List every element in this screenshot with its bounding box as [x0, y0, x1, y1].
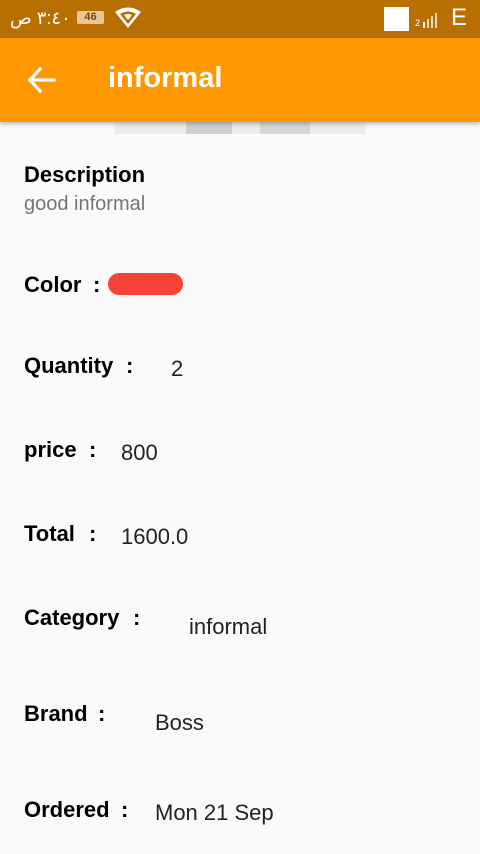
- category-value: informal: [189, 614, 268, 639]
- brand-label: Brand: [24, 701, 88, 726]
- category-colon: :: [133, 605, 141, 630]
- app-bar: informal: [0, 38, 480, 122]
- color-colon: :: [93, 272, 101, 297]
- product-image: [114, 122, 366, 134]
- status-time: ٣:٤٠ ص: [10, 8, 71, 28]
- total-label: Total: [24, 521, 75, 546]
- price-value: 800: [121, 440, 158, 465]
- price-label: price: [24, 437, 77, 462]
- status-bar: ٣:٤٠ ص 46 2 E: [0, 0, 480, 38]
- description-label: Description: [24, 162, 146, 187]
- total-value: 1600.0: [121, 524, 189, 549]
- wifi-icon: [115, 7, 141, 28]
- description-value: good informal: [24, 193, 146, 215]
- quantity-label: Quantity: [24, 353, 114, 378]
- network-type: E: [451, 4, 468, 31]
- back-arrow-icon[interactable]: [22, 60, 62, 100]
- ordered-value: Mon 21 Sep: [155, 800, 274, 825]
- color-swatch: [108, 273, 183, 295]
- category-label: Category: [24, 605, 120, 630]
- notification-icon: [384, 7, 409, 31]
- quantity-value: 2: [171, 356, 184, 381]
- battery-icon: 46: [77, 11, 104, 24]
- brand-colon: :: [98, 701, 106, 726]
- quantity-colon: :: [126, 353, 134, 378]
- signal-icon: 2: [415, 13, 437, 28]
- ordered-label: Ordered: [24, 797, 110, 822]
- total-colon: :: [89, 521, 97, 546]
- ordered-colon: :: [121, 797, 129, 822]
- page-title: informal: [108, 62, 223, 94]
- price-colon: :: [89, 437, 97, 462]
- color-label: Color: [24, 272, 82, 297]
- brand-value: Boss: [155, 710, 204, 735]
- signal-label: 2: [415, 18, 420, 28]
